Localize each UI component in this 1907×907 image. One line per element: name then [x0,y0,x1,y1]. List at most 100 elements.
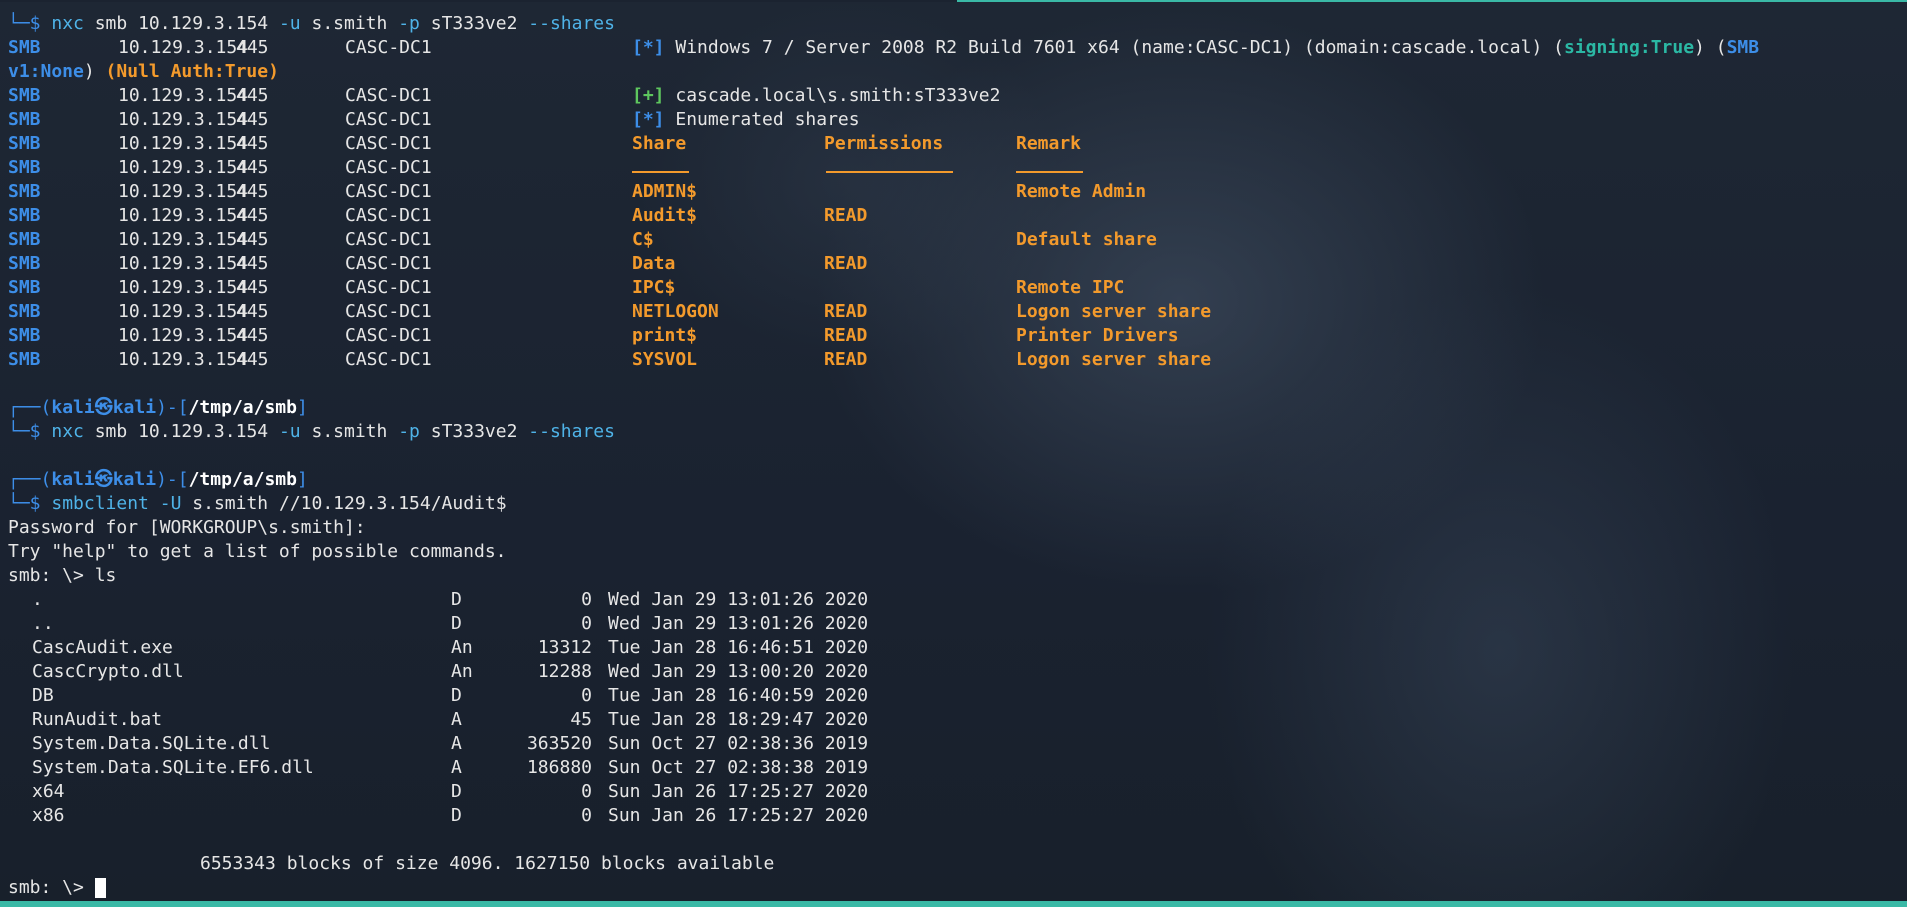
file-name: CascCrypto.dll [32,661,184,682]
share-row: SMB 10.129.3.154 445 CASC-DC1 IPC$ Remote IPC [8,276,1899,300]
proto-label: SMB [8,301,41,322]
port-cell: 445 [236,301,269,322]
smb-input-line[interactable]: smb: \> [8,876,1899,900]
prompt-user: kali [51,397,95,418]
file-row: System.Data.SQLite.dll A 363520 Sun Oct 27 … [8,732,1899,756]
terminal-window[interactable]: └─$ nxc smb 10.129.3.154 -u s.smith -p s… [0,0,1907,907]
file-name: System.Data.SQLite.dll [32,733,271,754]
file-date: Tue Jan 28 16:46:51 2020 [608,637,869,658]
file-size: 186880 [526,757,592,778]
file-date: Sun Oct 27 02:38:36 2019 [608,733,869,754]
ip-cell: 10.129.3.154 [118,277,249,298]
proto-label: SMB [8,253,41,274]
share-name: ADMIN$ [632,181,698,202]
proto-label: SMB [8,277,41,298]
share-remark: Remote Admin [1016,181,1147,202]
success-marker: [+] [632,85,665,106]
port-cell: 445 [236,325,269,346]
tmux-status-bar [0,901,1907,907]
port-cell: 445 [236,277,269,298]
file-size: 363520 [526,733,592,754]
file-size: 13312 [537,637,592,658]
file-row: x86 D 0 Sun Jan 26 17:25:27 2020 [8,804,1899,828]
file-date: Sun Jan 26 17:25:27 2020 [608,781,869,802]
file-date: Tue Jan 28 18:29:47 2020 [608,709,869,730]
file-size: 0 [581,613,592,634]
port-cell: 445 [236,85,269,106]
host-cell: CASC-DC1 [345,277,432,298]
ip-cell: 10.129.3.154 [118,157,249,178]
prompt-symbol: ㉿ [94,397,113,418]
top-accent-bar [957,0,1907,2]
file-date: Wed Jan 29 13:00:20 2020 [608,661,869,682]
file-row: .. D 0 Wed Jan 29 13:01:26 2020 [8,612,1899,636]
share-row: SMB 10.129.3.154 445 CASC-DC1 print$ READ Prin… [8,324,1899,348]
port-cell: 445 [236,253,269,274]
help-hint: Try "help" to get a list of possible com… [8,541,507,562]
file-size: 45 [570,709,592,730]
command-text: nxc smb 10.129.3.154 -u s.smith -p sT333… [51,421,615,442]
top-border [0,0,1907,2]
share-permission: READ [824,253,868,274]
share-row: SMB 10.129.3.154 445 CASC-DC1 Audit$ READ [8,204,1899,228]
header-permissions: Permissions [824,133,944,154]
ip-cell: 10.129.3.154 [118,181,249,202]
file-size: 0 [581,805,592,826]
share-name: C$ [632,229,654,250]
share-row: SMB 10.129.3.154 445 CASC-DC1 Data READ [8,252,1899,276]
proto-label: SMB [8,349,41,370]
file-name: .. [32,613,54,634]
share-name: IPC$ [632,277,676,298]
port-cell: 445 [236,181,269,202]
ip-cell: 10.129.3.154 [118,229,249,250]
smbv1-flag-a: SMB [1726,37,1760,58]
proto-label: SMB [8,109,41,130]
host-cell: CASC-DC1 [345,109,432,130]
file-attr: D [451,685,462,706]
share-row: SMB 10.129.3.154 445 CASC-DC1 SYSVOL READ Logo… [8,348,1899,372]
proto-label: SMB [8,133,41,154]
file-name: System.Data.SQLite.EF6.dll [32,757,314,778]
file-date: Sun Jan 26 17:25:27 2020 [608,805,869,826]
ip-cell: 10.129.3.154 [118,349,249,370]
port-cell: 445 [236,157,269,178]
file-size: 12288 [537,661,592,682]
host-cell: CASC-DC1 [345,229,432,250]
nxc-enum-line: SMB 10.129.3.154 445 CASC-DC1 [*] Enumerated… [8,108,1899,132]
host-cell: CASC-DC1 [345,157,432,178]
share-name: NETLOGON [632,301,719,322]
host-cell: CASC-DC1 [345,253,432,274]
share-permission: READ [824,325,868,346]
command-text: smbclient -U s.smith //10.129.3.154/Audi… [51,493,507,514]
port-cell: 445 [236,37,269,58]
file-name: RunAudit.bat [32,709,163,730]
port-cell: 445 [236,205,269,226]
file-attr: An [451,661,473,682]
host-cell: CASC-DC1 [345,37,432,58]
text-cursor [94,878,106,898]
file-date: Wed Jan 29 13:01:26 2020 [608,613,869,634]
share-name: Data [632,253,676,274]
port-cell: 445 [236,229,269,250]
host-cell: CASC-DC1 [345,85,432,106]
share-name: print$ [632,325,698,346]
ip-cell: 10.129.3.154 [118,301,249,322]
prompt-line: ┌──(kali㉿kali)-[/tmp/a/smb] [8,469,308,490]
file-row: DB D 0 Tue Jan 28 16:40:59 2020 [8,684,1899,708]
shares-underline-row: SMB 10.129.3.154 445 CASC-DC1 [8,156,1899,180]
share-remark: Logon server share [1016,301,1212,322]
ip-cell: 10.129.3.154 [118,253,249,274]
file-name: . [32,589,43,610]
password-prompt: Password for [WORKGROUP\s.smith]: [8,517,366,538]
info-text: Windows 7 / Server 2008 R2 Build 7601 x6… [675,37,1564,58]
file-row: RunAudit.bat A 45 Tue Jan 28 18:29:47 2020 [8,708,1899,732]
port-cell: 445 [236,349,269,370]
proto-label: SMB [8,85,41,106]
file-attr: D [451,613,462,634]
prompt-frame-bottom: └─$ [8,13,52,34]
ip-cell: 10.129.3.154 [118,37,249,58]
share-remark: Default share [1016,229,1157,250]
smb-prompt: smb: \> [8,877,95,898]
